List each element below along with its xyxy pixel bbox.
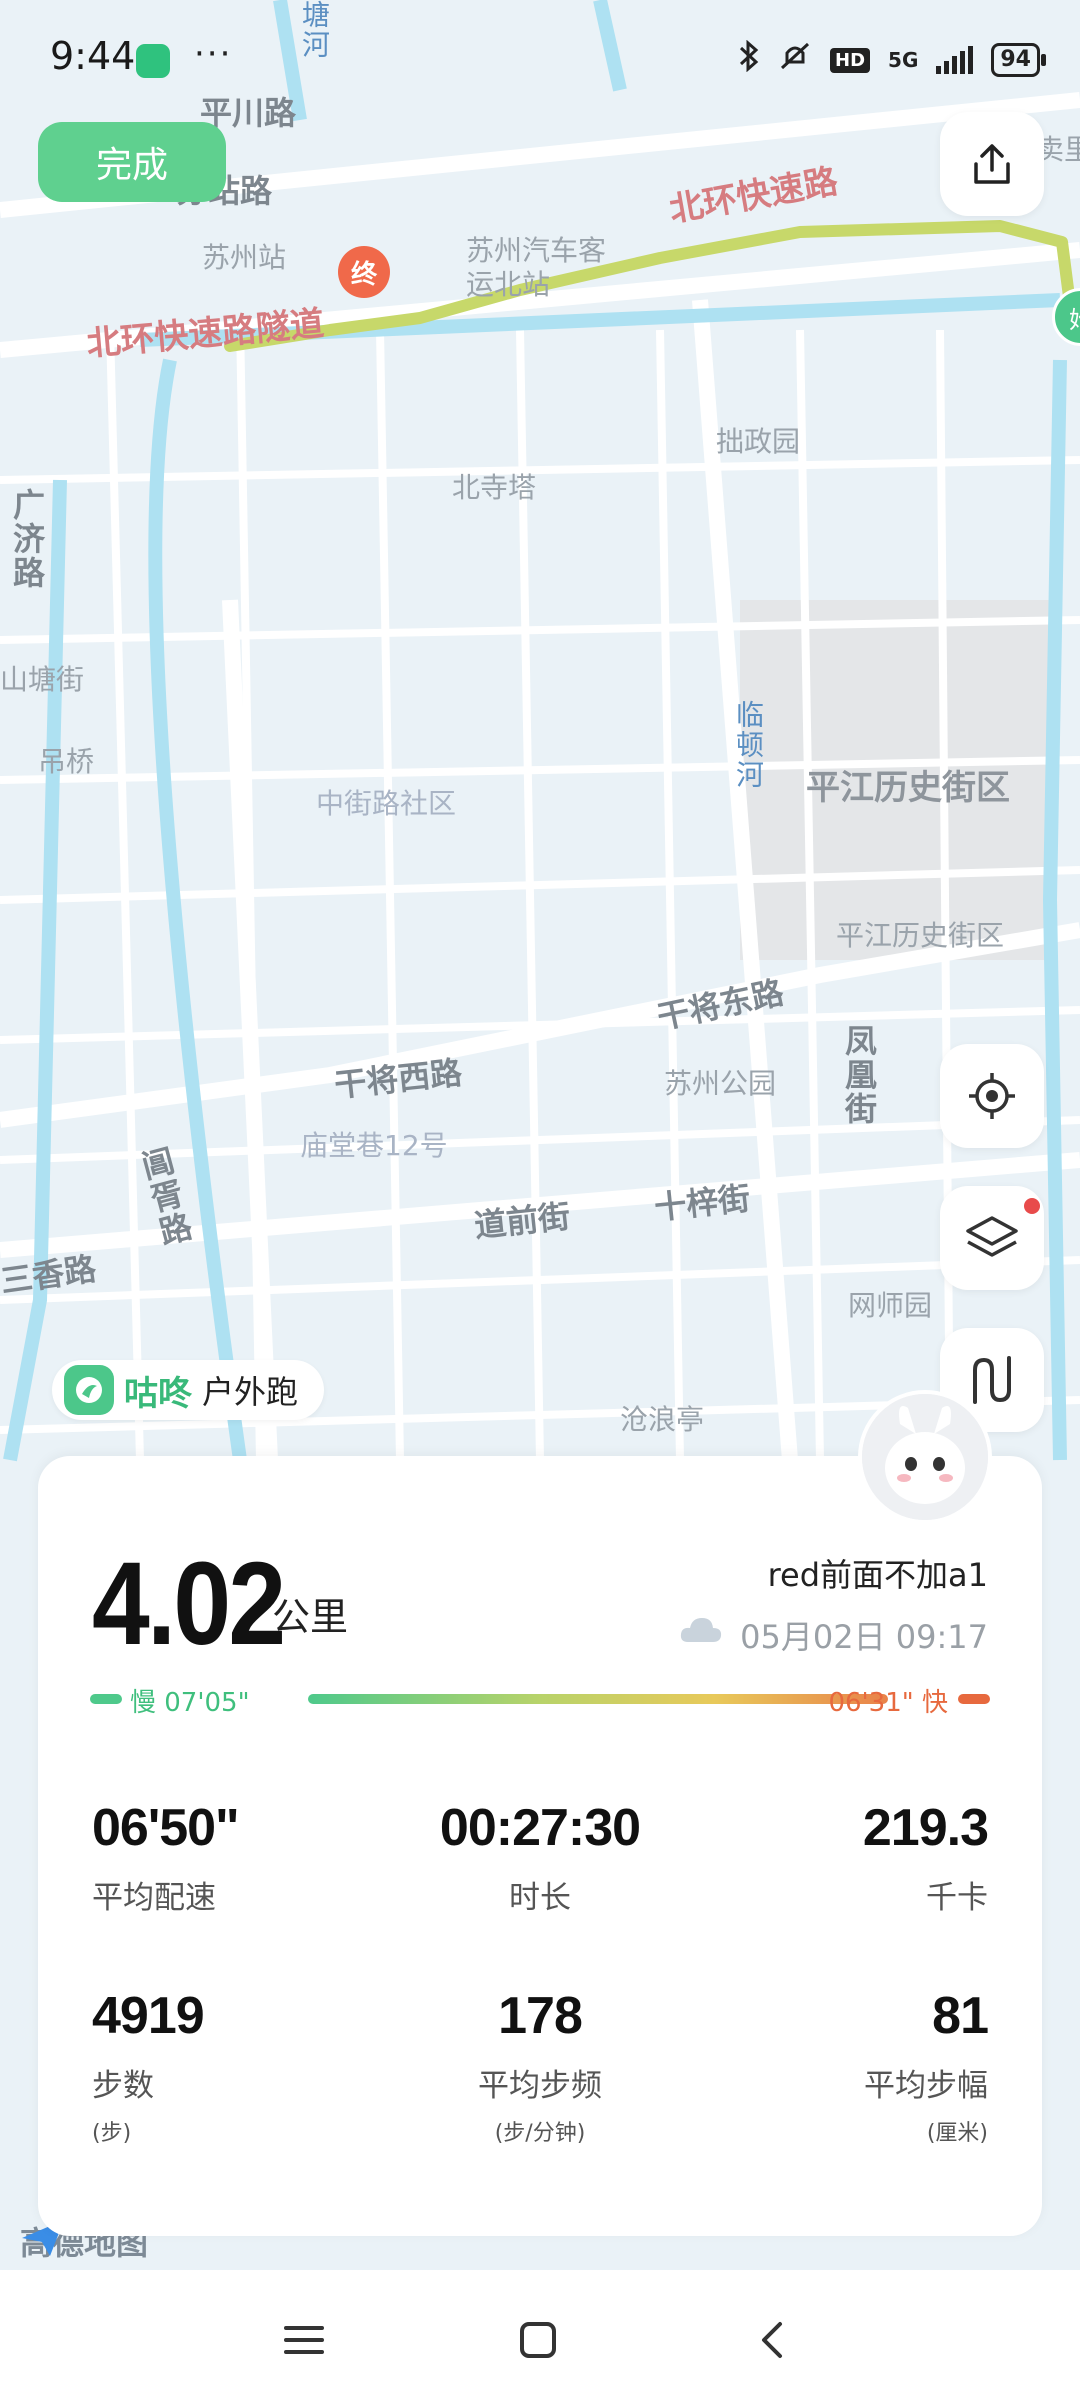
bluetooth-icon [738, 39, 760, 80]
stat-unit: (步) [92, 2121, 132, 2146]
stat-label: 平均步频 [478, 2068, 602, 2104]
layers-icon [966, 1216, 1018, 1257]
end-marker-pin: 终 [338, 246, 390, 298]
pace-gradient-bar: 慢 07'05" 06'31" 快 [90, 1682, 990, 1718]
map-label: 苏州公园 [664, 1067, 777, 1100]
mute-bell-icon [778, 40, 812, 80]
stat-value: 06'50" [92, 1799, 240, 1857]
run-summary-card: 4.02 公里 red前面不加a1 05月02日 09:17 慢 07'05" … [38, 1456, 1042, 2236]
stat-value: 178 [498, 1987, 583, 2045]
stat-steps: 4919 步数 (步) [92, 1986, 392, 2147]
stat-unit: (步/分钟) [494, 2121, 586, 2146]
network-type: 5G [888, 48, 919, 72]
distance-unit: 公里 [272, 1595, 349, 1639]
stat-label: 平均步幅 [864, 2068, 988, 2104]
map-label: 沧浪亭 [620, 1403, 705, 1436]
stat-calories: 219.3 千卡 [688, 1798, 989, 1917]
map-label: 苏州站 [202, 241, 287, 274]
stat-label: 千卡 [926, 1880, 988, 1916]
map-label: 庙堂巷12号 [300, 1129, 448, 1162]
screen: 平川路 苏站路 苏州站 苏州汽车客运北站 北环快速路 北环快速路隧道 拙政园 北… [0, 0, 1080, 2403]
map-label: 临顿河 [732, 700, 765, 790]
map-label: 凤凰街 [840, 1024, 878, 1126]
stat-value: 4919 [92, 1987, 205, 2045]
stat-label: 时长 [509, 1880, 571, 1916]
locate-icon [969, 1073, 1015, 1119]
codoon-notification-icon [136, 44, 170, 78]
route-track-icon [973, 1356, 1011, 1404]
brand-name: 咕咚 [124, 1373, 192, 1414]
stat-label: 步数 [92, 2068, 154, 2104]
back-chevron-icon [762, 2322, 782, 2358]
map-label: 吊桥 [38, 745, 95, 778]
stat-value: 219.3 [862, 1799, 989, 1857]
battery-icon: 94 [991, 43, 1046, 77]
menu-icon [284, 2326, 324, 2354]
done-button[interactable]: 完成 [38, 122, 226, 202]
stat-label: 平均配速 [92, 1880, 216, 1916]
stat-unit: (厘米) [926, 2121, 988, 2146]
recent-apps-button[interactable] [264, 2300, 344, 2380]
home-button[interactable] [498, 2300, 578, 2380]
map-label: 中街路社区 [316, 787, 457, 820]
status-icons: HD 5G 94 [738, 39, 1046, 80]
more-notifications-icon: ··· [194, 34, 233, 74]
notification-dot [1024, 1198, 1040, 1214]
map-label: 平江历史街区 [806, 768, 1010, 808]
home-square-icon [520, 2322, 556, 2358]
cloud-icon [680, 1618, 722, 1642]
stat-cadence: 178 平均步频 (步/分钟) [390, 1986, 690, 2147]
brand-pill: 咕咚 户外跑 [52, 1360, 325, 1420]
pace-slow-dot [90, 1694, 122, 1704]
stat-avg-pace: 06'50" 平均配速 [92, 1798, 392, 1917]
map-label: 广济路 [8, 488, 46, 590]
distance-value: 4.02 [92, 1538, 286, 1670]
map-label: 网师园 [848, 1289, 933, 1322]
locate-button[interactable] [940, 1044, 1044, 1148]
mascot-avatar-icon [862, 1394, 988, 1520]
status-bar: 9:44 ··· HD 5G 94 [0, 0, 1080, 120]
pace-gradient [308, 1694, 888, 1704]
share-icon [974, 144, 1010, 184]
status-time: 9:44 [50, 34, 136, 78]
pace-fast-label: 06'31" 快 [828, 1688, 948, 1718]
stat-value: 00:27:30 [439, 1799, 641, 1857]
back-button[interactable] [732, 2300, 812, 2380]
end-marker[interactable]: 终 [338, 246, 390, 306]
hd-icon: HD [830, 47, 871, 73]
pace-slow-label: 慢 07'05" [130, 1688, 250, 1718]
avatar[interactable] [858, 1390, 992, 1524]
codoon-logo-icon [64, 1365, 114, 1415]
run-datetime: 05月02日 09:17 [740, 1618, 988, 1656]
share-button[interactable] [940, 112, 1044, 216]
system-nav-bar [0, 2270, 1080, 2403]
signal-icon [936, 46, 974, 74]
sport-mode: 户外跑 [202, 1373, 299, 1411]
map-label: 山塘街 [0, 663, 85, 696]
stat-value: 81 [932, 1987, 989, 2045]
stat-stride: 81 平均步幅 (厘米) [688, 1986, 989, 2147]
stat-duration: 00:27:30 时长 [390, 1798, 690, 1917]
run-title[interactable]: red前面不加a1 [768, 1550, 988, 1596]
map-label: 平江历史街区 [836, 919, 1005, 952]
map-label: 苏州汽车客运北站 [466, 234, 607, 301]
pace-fast-dot [958, 1694, 990, 1704]
map-label: 拙政园 [716, 425, 801, 458]
map-label: 北寺塔 [452, 471, 537, 504]
